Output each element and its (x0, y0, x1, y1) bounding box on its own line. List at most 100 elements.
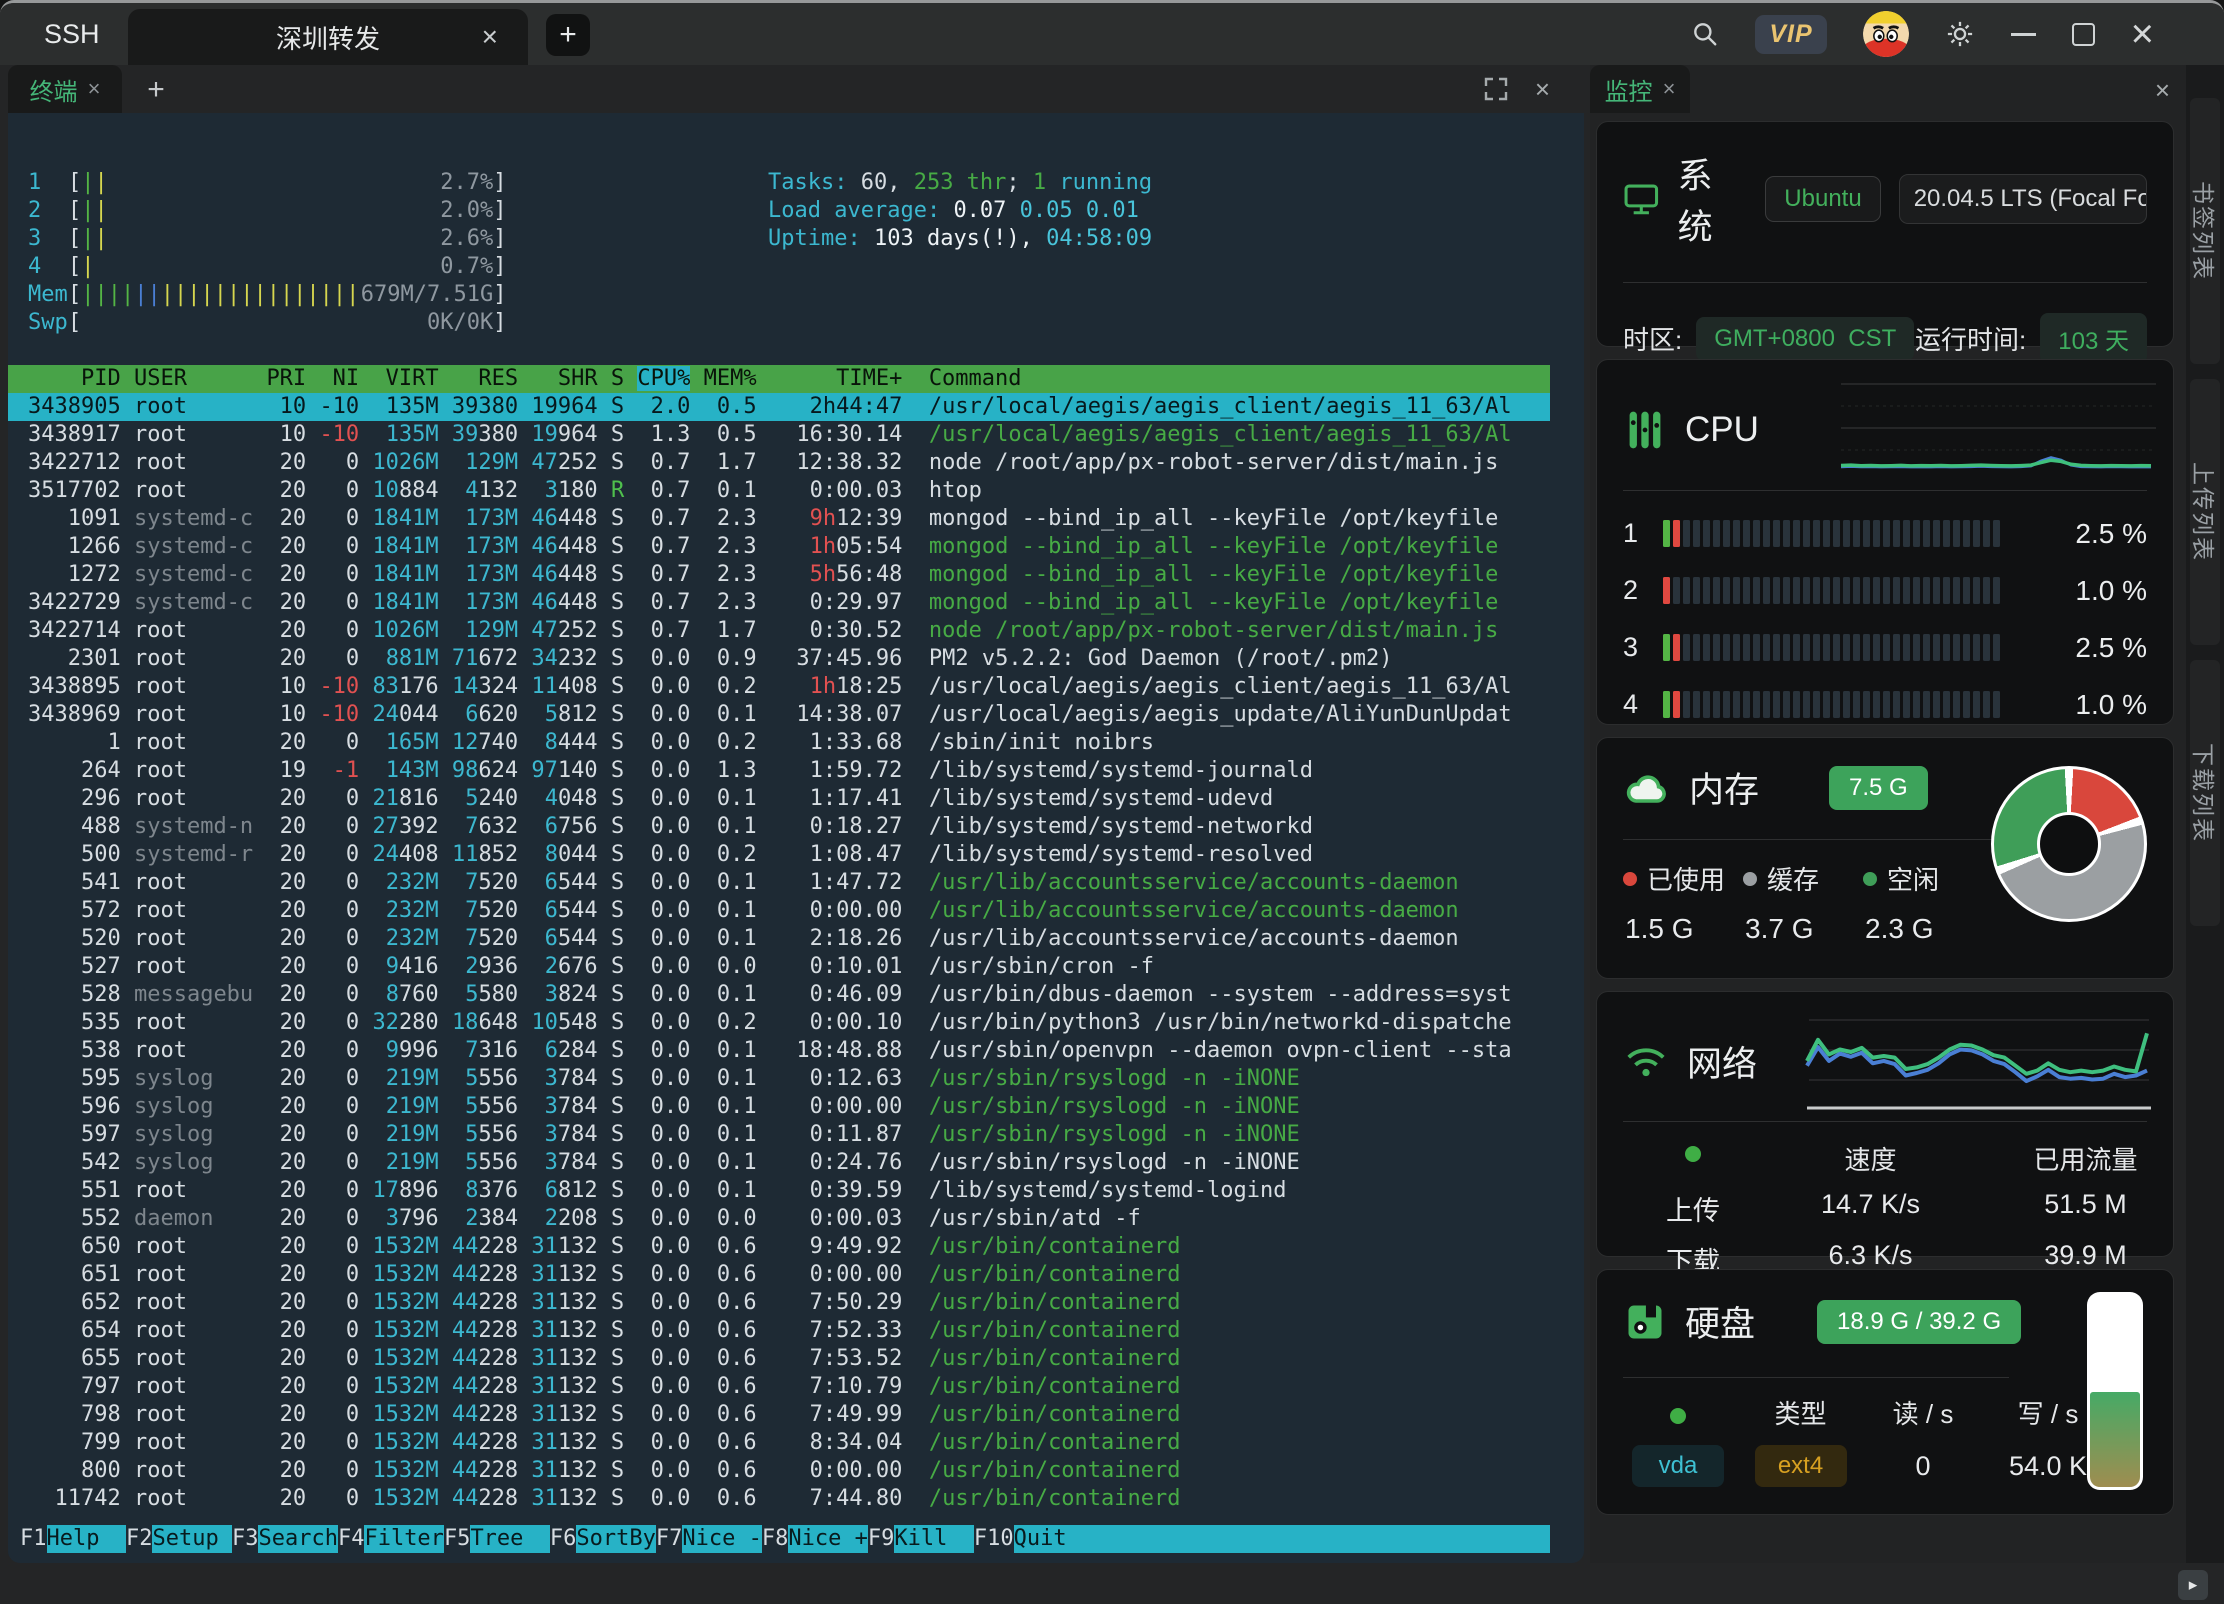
htop-process-row[interactable]: 654 root 20 0 1532M 44228 31132 S 0.0 0.… (8, 1317, 1550, 1345)
htop-fnkey[interactable]: F6 (550, 1525, 577, 1553)
side-tab-2[interactable]: 下载列表 (2190, 660, 2220, 926)
htop-process-row[interactable]: 655 root 20 0 1532M 44228 31132 S 0.0 0.… (8, 1345, 1550, 1373)
htop-process-row[interactable]: 1 root 20 0 165M 12740 8444 S 0.0 0.2 1:… (8, 729, 1550, 757)
htop-process-row[interactable]: 1266 systemd-c 20 0 1841M 173M 46448 S 0… (8, 533, 1550, 561)
htop-process-row[interactable]: 296 root 20 0 21816 5240 4048 S 0.0 0.1 … (8, 785, 1550, 813)
htop-fnkey-label[interactable]: Tree (470, 1525, 549, 1553)
disk-icon (1623, 1300, 1667, 1344)
htop-fnkey-label[interactable]: Nice + (788, 1525, 867, 1553)
htop-fnkey[interactable]: F9 (868, 1525, 895, 1553)
htop-process-row[interactable]: 651 root 20 0 1532M 44228 31132 S 0.0 0.… (8, 1261, 1550, 1289)
htop-fnkey[interactable]: F10 (974, 1525, 1014, 1553)
htop-process-row[interactable]: 3438917 root 10 -10 135M 39380 19964 S 1… (8, 421, 1550, 449)
htop-process-row[interactable]: 488 systemd-n 20 0 27392 7632 6756 S 0.0… (8, 813, 1550, 841)
htop-process-row[interactable]: 552 daemon 20 0 3796 2384 2208 S 0.0 0.0… (8, 1205, 1550, 1233)
htop-process-row[interactable]: 652 root 20 0 1532M 44228 31132 S 0.0 0.… (8, 1289, 1550, 1317)
htop-process-row[interactable]: 541 root 20 0 232M 7520 6544 S 0.0 0.1 1… (8, 869, 1550, 897)
htop-fnkey-label[interactable]: Kill (894, 1525, 973, 1553)
terminal-tab[interactable]: 终端 × (8, 65, 122, 113)
htop-process-row[interactable]: 3438895 root 10 -10 83176 14324 11408 S … (8, 673, 1550, 701)
memory-total-badge: 7.5 G (1829, 766, 1928, 810)
htop-process-row[interactable]: 3438969 root 10 -10 24044 6620 5812 S 0.… (8, 701, 1550, 729)
terminal-screen[interactable]: 1 [||2.7%]2 [||2.0%]3 [||2.6%]4 [|0.7%]M… (8, 113, 1584, 1563)
htop-process-row[interactable]: 797 root 20 0 1532M 44228 31132 S 0.0 0.… (8, 1373, 1550, 1401)
network-chart (1797, 1008, 2157, 1120)
htop-process-row[interactable]: 3422729 systemd-c 20 0 1841M 173M 46448 … (8, 589, 1550, 617)
monitor-tab[interactable]: 监控 × (1590, 65, 1690, 113)
htop-meter-line: Swp[0K/0K] (8, 309, 1584, 337)
htop-fnkey-label[interactable]: Setup (152, 1525, 231, 1553)
htop-fnkey-label[interactable]: Quit (1014, 1525, 1550, 1553)
htop-process-row[interactable]: 3422714 root 20 0 1026M 129M 47252 S 0.7… (8, 617, 1550, 645)
session-tab[interactable]: 深圳转发 × (128, 9, 528, 65)
htop-fnkey[interactable]: F7 (656, 1525, 683, 1553)
htop-function-bar: F1Help F2Setup F3SearchF4FilterF5Tree F6… (8, 1525, 1550, 1553)
network-traffic-value: 51.5 M (1978, 1189, 2193, 1228)
network-card: 网络 速度已用流量上传14.7 K/s51.5 M下载6.3 K/s39.9 M (1596, 991, 2174, 1257)
htop-process-row[interactable]: 596 syslog 20 0 219M 5556 3784 S 0.0 0.1… (8, 1093, 1550, 1121)
new-terminal-button[interactable]: + (136, 71, 176, 109)
htop-process-row[interactable]: 572 root 20 0 232M 7520 6544 S 0.0 0.1 0… (8, 897, 1550, 925)
htop-process-row[interactable]: 2301 root 20 0 881M 71672 34232 S 0.0 0.… (8, 645, 1550, 673)
htop-fnkey-label[interactable]: Help (47, 1525, 126, 1553)
network-speed-header: 速度 (1763, 1140, 1978, 1177)
monitor-tab-close-icon[interactable]: × (1663, 76, 1676, 102)
htop-process-row[interactable]: 527 root 20 0 9416 2936 2676 S 0.0 0.0 0… (8, 953, 1550, 981)
htop-process-row[interactable]: 1272 systemd-c 20 0 1841M 173M 46448 S 0… (8, 561, 1550, 589)
htop-process-row[interactable]: 3517702 root 20 0 10884 4132 3180 R 0.7 … (8, 477, 1550, 505)
disk-device-badge: vda (1632, 1445, 1724, 1487)
side-tab-1[interactable]: 上传列表 (2190, 379, 2220, 645)
htop-process-row[interactable]: 798 root 20 0 1532M 44228 31132 S 0.0 0.… (8, 1401, 1550, 1429)
htop-process-row[interactable]: 264 root 19 -1 143M 98624 97140 S 0.0 1.… (8, 757, 1550, 785)
vip-badge[interactable]: VIP (1755, 15, 1826, 54)
htop-process-row[interactable]: 542 syslog 20 0 219M 5556 3784 S 0.0 0.1… (8, 1149, 1550, 1177)
htop-process-row[interactable]: 595 syslog 20 0 219M 5556 3784 S 0.0 0.1… (8, 1065, 1550, 1093)
htop-summary: Tasks: 60, 253 thr; 1 runningLoad averag… (768, 169, 1152, 253)
htop-fnkey-label[interactable]: Filter (364, 1525, 443, 1553)
htop-process-row[interactable]: 528 messagebu 20 0 8760 5580 3824 S 0.0 … (8, 981, 1550, 1009)
side-tab-0[interactable]: 书签列表 (2190, 98, 2220, 364)
network-icon (1623, 1042, 1669, 1082)
htop-fnkey[interactable]: F3 (232, 1525, 259, 1553)
terminal-tab-close-icon[interactable]: × (88, 76, 101, 102)
htop-table-header[interactable]: PID USER PRI NI VIRT RES SHR S CPU% MEM%… (8, 365, 1550, 393)
disk-type-header: 类型 (1733, 1394, 1868, 1431)
expand-icon[interactable] (1483, 76, 1509, 102)
htop-process-row[interactable]: 3438905 root 10 -10 135M 39380 19964 S 2… (8, 393, 1550, 421)
htop-fnkey-label[interactable]: Search (258, 1525, 337, 1553)
htop-fnkey[interactable]: F2 (126, 1525, 153, 1553)
htop-process-row[interactable]: 535 root 20 0 32280 18648 10548 S 0.0 0.… (8, 1009, 1550, 1037)
htop-process-row[interactable]: 3422712 root 20 0 1026M 129M 47252 S 0.7… (8, 449, 1550, 477)
htop-process-row[interactable]: 800 root 20 0 1532M 44228 31132 S 0.0 0.… (8, 1457, 1550, 1485)
gear-icon[interactable] (1945, 19, 1975, 49)
close-window-button[interactable]: × (2131, 14, 2154, 54)
htop-process-row[interactable]: 597 syslog 20 0 219M 5556 3784 S 0.0 0.1… (8, 1121, 1550, 1149)
disk-fs-badge: ext4 (1755, 1445, 1847, 1487)
htop-process-row[interactable]: 11742 root 20 0 1532M 44228 31132 S 0.0 … (8, 1485, 1550, 1513)
htop-process-row[interactable]: 799 root 20 0 1532M 44228 31132 S 0.0 0.… (8, 1429, 1550, 1457)
new-session-tab-button[interactable]: + (546, 14, 590, 56)
htop-fnkey[interactable]: F5 (444, 1525, 471, 1553)
htop-fnkey-label[interactable]: SortBy (576, 1525, 655, 1553)
os-version[interactable]: 20.04.5 LTS (Focal Fossa (1899, 174, 2147, 224)
htop-process-row[interactable]: 520 root 20 0 232M 7520 6544 S 0.0 0.1 2… (8, 925, 1550, 953)
maximize-button[interactable] (2072, 23, 2095, 46)
htop-fnkey[interactable]: F4 (338, 1525, 365, 1553)
session-tab-close-icon[interactable]: × (482, 23, 498, 51)
monitor-panel-close-icon[interactable]: × (2155, 75, 2170, 106)
htop-process-row[interactable]: 650 root 20 0 1532M 44228 31132 S 0.0 0.… (8, 1233, 1550, 1261)
terminal-panel-close-icon[interactable]: × (1535, 74, 1550, 105)
htop-fnkey-label[interactable]: Nice - (682, 1525, 761, 1553)
minimize-button[interactable] (2011, 33, 2036, 36)
search-icon[interactable] (1691, 20, 1719, 48)
monitor-tab-label: 监控 (1605, 72, 1653, 107)
htop-process-row[interactable]: 1091 systemd-c 20 0 1841M 173M 46448 S 0… (8, 505, 1550, 533)
htop-process-row[interactable]: 538 root 20 0 9996 7316 6284 S 0.0 0.1 1… (8, 1037, 1550, 1065)
htop-process-table: PID USER PRI NI VIRT RES SHR S CPU% MEM%… (8, 365, 1584, 1513)
htop-process-row[interactable]: 551 root 20 0 17896 8376 6812 S 0.0 0.1 … (8, 1177, 1550, 1205)
htop-process-row[interactable]: 500 systemd-r 20 0 24408 11852 8044 S 0.… (8, 841, 1550, 869)
panel-toggle-button[interactable]: ▸ (2178, 1570, 2208, 1600)
htop-fnkey[interactable]: F8 (762, 1525, 789, 1553)
htop-fnkey[interactable]: F1 (20, 1525, 47, 1553)
avatar[interactable] (1863, 11, 1909, 57)
